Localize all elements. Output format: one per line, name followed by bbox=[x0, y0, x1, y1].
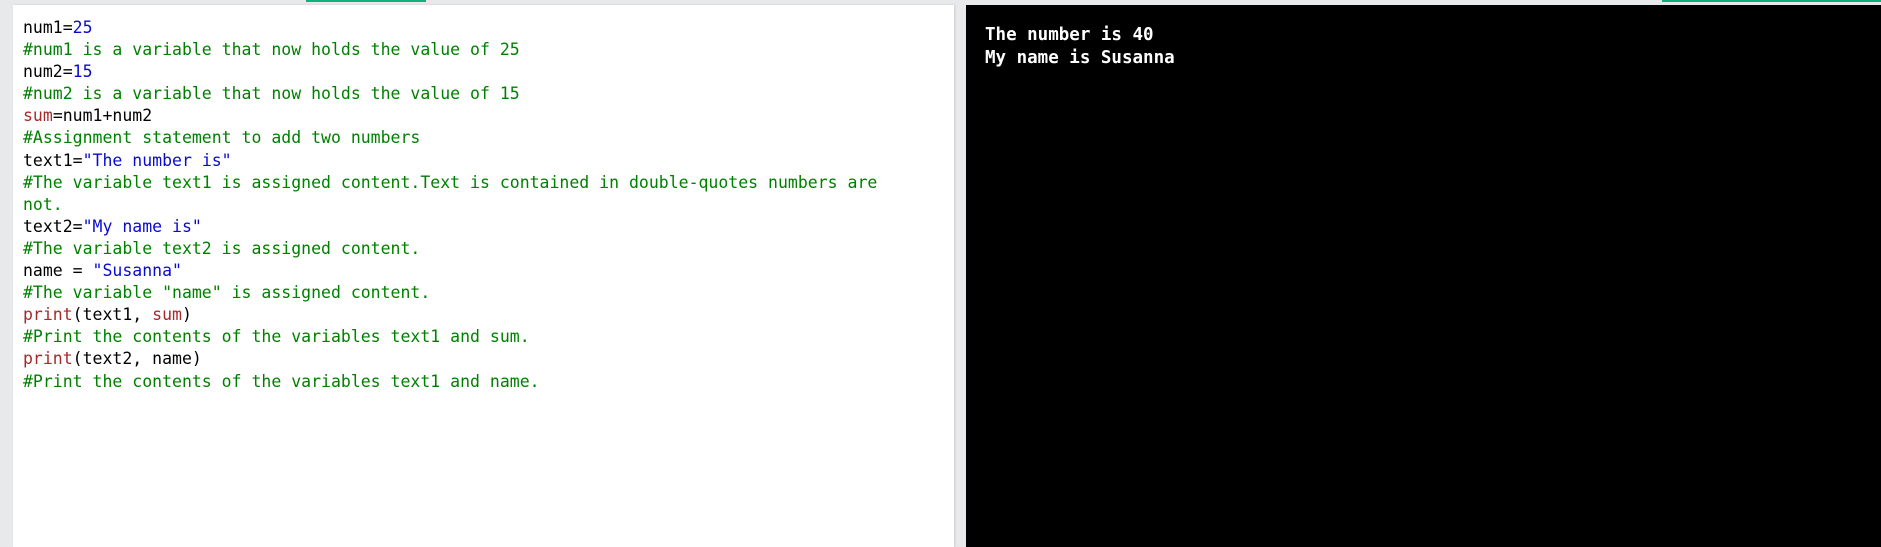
code-text: (text2, name) bbox=[72, 349, 202, 369]
code-comment: #num1 is a variable that now holds the v… bbox=[23, 40, 520, 60]
code-line[interactable]: not. bbox=[23, 194, 877, 216]
code-literal: "Susanna" bbox=[92, 261, 182, 281]
output-console: The number is 40 My name is Susanna bbox=[966, 5, 1881, 547]
code-editor[interactable]: num1=25 #num1 is a variable that now hold… bbox=[13, 5, 954, 547]
console-line: My name is Susanna bbox=[985, 48, 1175, 68]
code-comment: #The variable "name" is assigned content… bbox=[23, 283, 431, 303]
code-builtin: print bbox=[23, 349, 73, 369]
code-text: name = bbox=[23, 261, 93, 281]
code-line[interactable]: sum=num1+num2 bbox=[23, 105, 877, 127]
code-line[interactable]: num1=25 bbox=[23, 17, 877, 39]
code-text: =num1+num2 bbox=[52, 106, 153, 126]
code-text: ) bbox=[181, 305, 192, 325]
active-tab-indicator-console bbox=[1662, 0, 1881, 2]
code-line[interactable]: num2=15 bbox=[23, 61, 877, 83]
code-content[interactable]: num1=25 #num1 is a variable that now hold… bbox=[23, 17, 877, 393]
code-text: (text1, bbox=[72, 305, 153, 325]
code-line[interactable]: #Print the contents of the variables tex… bbox=[23, 326, 877, 348]
code-literal: 15 bbox=[72, 62, 93, 82]
code-line[interactable]: #num1 is a variable that now holds the v… bbox=[23, 39, 877, 61]
code-comment: #Print the contents of the variables tex… bbox=[23, 371, 540, 391]
code-line[interactable]: name = "Susanna" bbox=[23, 260, 877, 282]
console-line: The number is 40 bbox=[985, 25, 1154, 45]
code-line[interactable]: text2="My name is" bbox=[23, 216, 877, 238]
code-line[interactable]: #The variable "name" is assigned content… bbox=[23, 282, 877, 304]
code-line[interactable]: #The variable text2 is assigned content. bbox=[23, 238, 877, 260]
code-text: num1= bbox=[23, 18, 73, 37]
console-output: The number is 40 My name is Susanna bbox=[985, 24, 1175, 70]
code-builtin: sum bbox=[23, 106, 53, 126]
code-comment: #Assignment statement to add two numbers bbox=[23, 128, 421, 148]
code-comment: #The variable text1 is assigned content.… bbox=[23, 172, 878, 192]
code-text: num2= bbox=[23, 62, 73, 82]
code-line[interactable]: text1="The number is" bbox=[23, 150, 877, 172]
code-text: text2= bbox=[23, 216, 83, 236]
code-line[interactable]: #The variable text1 is assigned content.… bbox=[23, 172, 877, 194]
code-line[interactable]: #Print the contents of the variables tex… bbox=[23, 371, 877, 393]
code-comment: #Print the contents of the variables tex… bbox=[23, 327, 530, 347]
code-literal: 25 bbox=[72, 18, 93, 37]
code-text: text1= bbox=[23, 150, 83, 170]
code-line[interactable]: print(text2, name) bbox=[23, 348, 877, 370]
code-line[interactable]: #num2 is a variable that now holds the v… bbox=[23, 83, 877, 105]
code-line[interactable]: print(text1, sum) bbox=[23, 304, 877, 326]
code-literal: "The number is" bbox=[82, 150, 232, 170]
code-builtin: print bbox=[23, 305, 73, 325]
code-comment: not. bbox=[23, 194, 63, 214]
code-literal: "My name is" bbox=[82, 216, 202, 236]
code-line[interactable]: #Assignment statement to add two numbers bbox=[23, 127, 877, 149]
code-comment: #num2 is a variable that now holds the v… bbox=[23, 84, 520, 104]
code-builtin: sum bbox=[152, 305, 182, 325]
active-tab-indicator-editor bbox=[306, 0, 426, 2]
code-comment: #The variable text2 is assigned content. bbox=[23, 238, 421, 258]
